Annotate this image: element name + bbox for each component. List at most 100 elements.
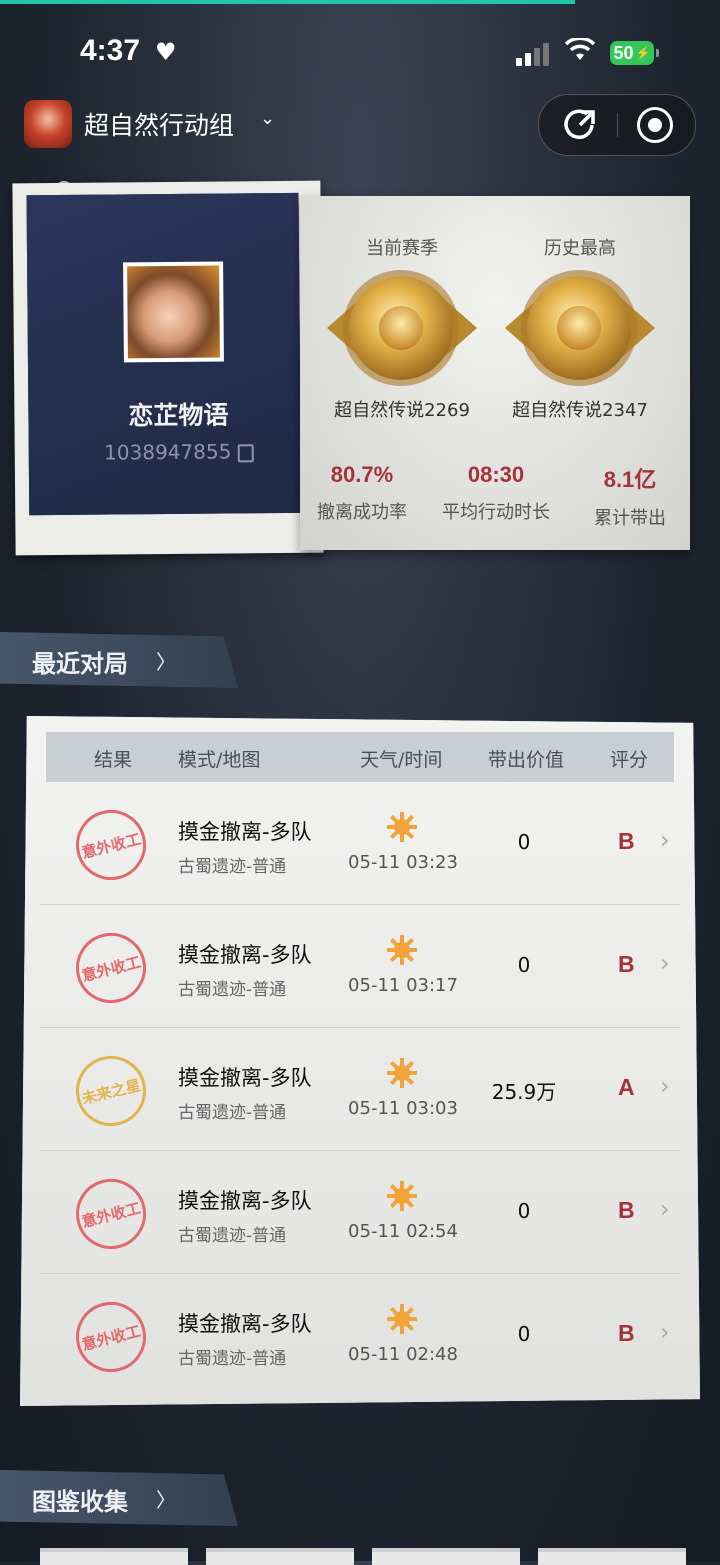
collection-card[interactable]	[206, 1548, 354, 1565]
sun-icon	[387, 1058, 417, 1088]
collection-card[interactable]	[538, 1548, 686, 1565]
player-id-text: 1038947855	[104, 439, 232, 465]
recent-matches-header[interactable]: 最近对局 〉	[0, 632, 238, 688]
recent-matches-table: 结果 模式/地图 天气/时间 带出价值 评分 意外收工 摸金撤离-多队 古蜀遗迹…	[20, 716, 700, 1406]
table-header: 结果 模式/地图 天气/时间 带出价值 评分	[46, 732, 674, 782]
profile-card: 恋芷物语 1038947855	[12, 180, 324, 556]
chevron-right-icon[interactable]: ›	[660, 1195, 670, 1223]
signal-icon	[516, 42, 552, 66]
share-icon[interactable]	[563, 108, 597, 142]
sun-icon	[387, 1304, 417, 1334]
collection-preview	[40, 1548, 720, 1565]
match-map: 古蜀遗迹-普通	[178, 1103, 287, 1123]
chevron-right-icon[interactable]: ›	[660, 1318, 670, 1346]
best-rank-name: 超自然传说2347	[512, 400, 648, 421]
best-rank-label: 历史最高	[544, 238, 616, 259]
capsule-divider	[617, 113, 618, 137]
heart-icon: ♥	[155, 38, 177, 66]
match-time: 05-11 03:17	[348, 975, 458, 996]
column-header: 结果	[94, 749, 133, 771]
match-grade: B	[618, 951, 635, 977]
column-header: 天气/时间	[360, 749, 443, 771]
current-season-label: 当前赛季	[366, 238, 438, 259]
stat-value: 08:30	[467, 462, 525, 487]
sun-icon	[387, 812, 417, 842]
stat-avg-duration: 08:30 平均行动时长	[431, 462, 561, 524]
table-row[interactable]: 意外收工 摸金撤离-多队 古蜀遗迹-普通 05-11 02:54 0 B ›	[40, 1151, 680, 1274]
status-time: 4:37	[80, 34, 141, 67]
collection-card[interactable]	[40, 1548, 188, 1565]
match-time: 05-11 03:23	[348, 852, 458, 873]
mini-program-capsule	[538, 94, 696, 156]
result-stamp: 未来之星	[68, 1048, 154, 1134]
best-rank: 历史最高 超自然传说2347	[490, 234, 670, 422]
stat-caption: 累计带出	[594, 508, 666, 529]
result-stamp: 意外收工	[68, 925, 154, 1011]
current-rank-name: 超自然传说2269	[334, 400, 470, 421]
collection-title: 图鉴收集	[32, 1488, 128, 1516]
match-map: 古蜀遗迹-普通	[178, 1226, 287, 1246]
chevron-right-icon[interactable]: ›	[660, 949, 670, 977]
battery-icon: 50 ⚡	[610, 41, 659, 65]
avatar[interactable]	[123, 261, 224, 363]
table-row[interactable]: 未来之星 摸金撤离-多队 古蜀遗迹-普通 05-11 03:03 25.9万 A…	[40, 1028, 680, 1151]
match-time: 05-11 03:03	[348, 1098, 458, 1119]
stat-value: 8.1亿	[603, 467, 657, 492]
match-mode: 摸金撤离-多队	[178, 943, 312, 967]
collection-header[interactable]: 图鉴收集 〉	[0, 1470, 238, 1526]
match-grade: B	[618, 828, 635, 854]
match-mode: 摸金撤离-多队	[178, 1312, 312, 1336]
app-avatar[interactable]	[24, 100, 72, 148]
status-bar: 4:37 ♥ 50 ⚡	[0, 32, 720, 76]
match-value: 0	[517, 953, 531, 977]
sun-icon	[387, 1181, 417, 1211]
stat-caption: 撤离成功率	[317, 502, 407, 523]
stat-total-extracted: 8.1亿 累计带出	[565, 462, 695, 530]
chevron-right-icon[interactable]: ›	[660, 826, 670, 854]
match-mode: 摸金撤离-多队	[178, 820, 312, 844]
rank-card: 当前赛季 超自然传说2269 历史最高 超自然传说2347 80.7% 撤离成功…	[300, 196, 690, 550]
result-stamp: 意外收工	[68, 1171, 154, 1257]
app-title[interactable]: 超自然行动组	[84, 106, 234, 142]
sun-icon	[387, 935, 417, 965]
match-mode: 摸金撤离-多队	[178, 1066, 312, 1090]
result-stamp: 意外收工	[68, 1294, 154, 1380]
match-grade: B	[618, 1197, 635, 1223]
column-header: 评分	[610, 749, 649, 771]
collection-card[interactable]	[372, 1548, 520, 1565]
lion-badge-icon	[505, 268, 655, 388]
match-time: 05-11 02:48	[348, 1344, 458, 1365]
match-value: 0	[517, 1322, 531, 1346]
copy-icon[interactable]	[237, 443, 254, 462]
profile-panel: 恋芷物语 1038947855	[26, 192, 302, 516]
chevron-right-icon: 〉	[156, 650, 176, 674]
table-row[interactable]: 意外收工 摸金撤离-多队 古蜀遗迹-普通 05-11 03:23 0 B ›	[40, 782, 680, 905]
app-header: 超自然行动组 ⌄	[24, 94, 696, 156]
record-icon[interactable]	[637, 107, 673, 143]
recent-matches-title: 最近对局	[32, 650, 128, 678]
chevron-right-icon: 〉	[156, 1488, 176, 1512]
chevron-down-icon[interactable]: ⌄	[260, 108, 275, 129]
match-time: 05-11 02:54	[348, 1221, 458, 1242]
match-grade: A	[618, 1074, 635, 1100]
table-row[interactable]: 意外收工 摸金撤离-多队 古蜀遗迹-普通 05-11 02:48 0 B ›	[40, 1274, 680, 1396]
column-header: 模式/地图	[178, 749, 261, 771]
battery-level: 50	[613, 42, 634, 63]
column-header: 带出价值	[488, 749, 565, 771]
player-id: 1038947855	[29, 439, 329, 466]
result-stamp: 意外收工	[68, 802, 154, 888]
top-progress-bar	[0, 0, 575, 4]
match-value: 25.9万	[491, 1080, 557, 1104]
match-map: 古蜀遗迹-普通	[178, 980, 287, 1000]
match-grade: B	[618, 1320, 635, 1346]
stat-value: 80.7%	[330, 462, 394, 487]
chevron-right-icon[interactable]: ›	[660, 1072, 670, 1100]
wifi-icon	[564, 36, 596, 69]
stat-caption: 平均行动时长	[442, 502, 550, 523]
match-map: 古蜀遗迹-普通	[178, 857, 287, 877]
lion-badge-icon	[327, 268, 477, 388]
table-row[interactable]: 意外收工 摸金撤离-多队 古蜀遗迹-普通 05-11 03:17 0 B ›	[40, 905, 680, 1028]
current-season-rank: 当前赛季 超自然传说2269	[312, 234, 492, 422]
match-map: 古蜀遗迹-普通	[178, 1349, 287, 1369]
player-name: 恋芷物语	[128, 400, 229, 431]
